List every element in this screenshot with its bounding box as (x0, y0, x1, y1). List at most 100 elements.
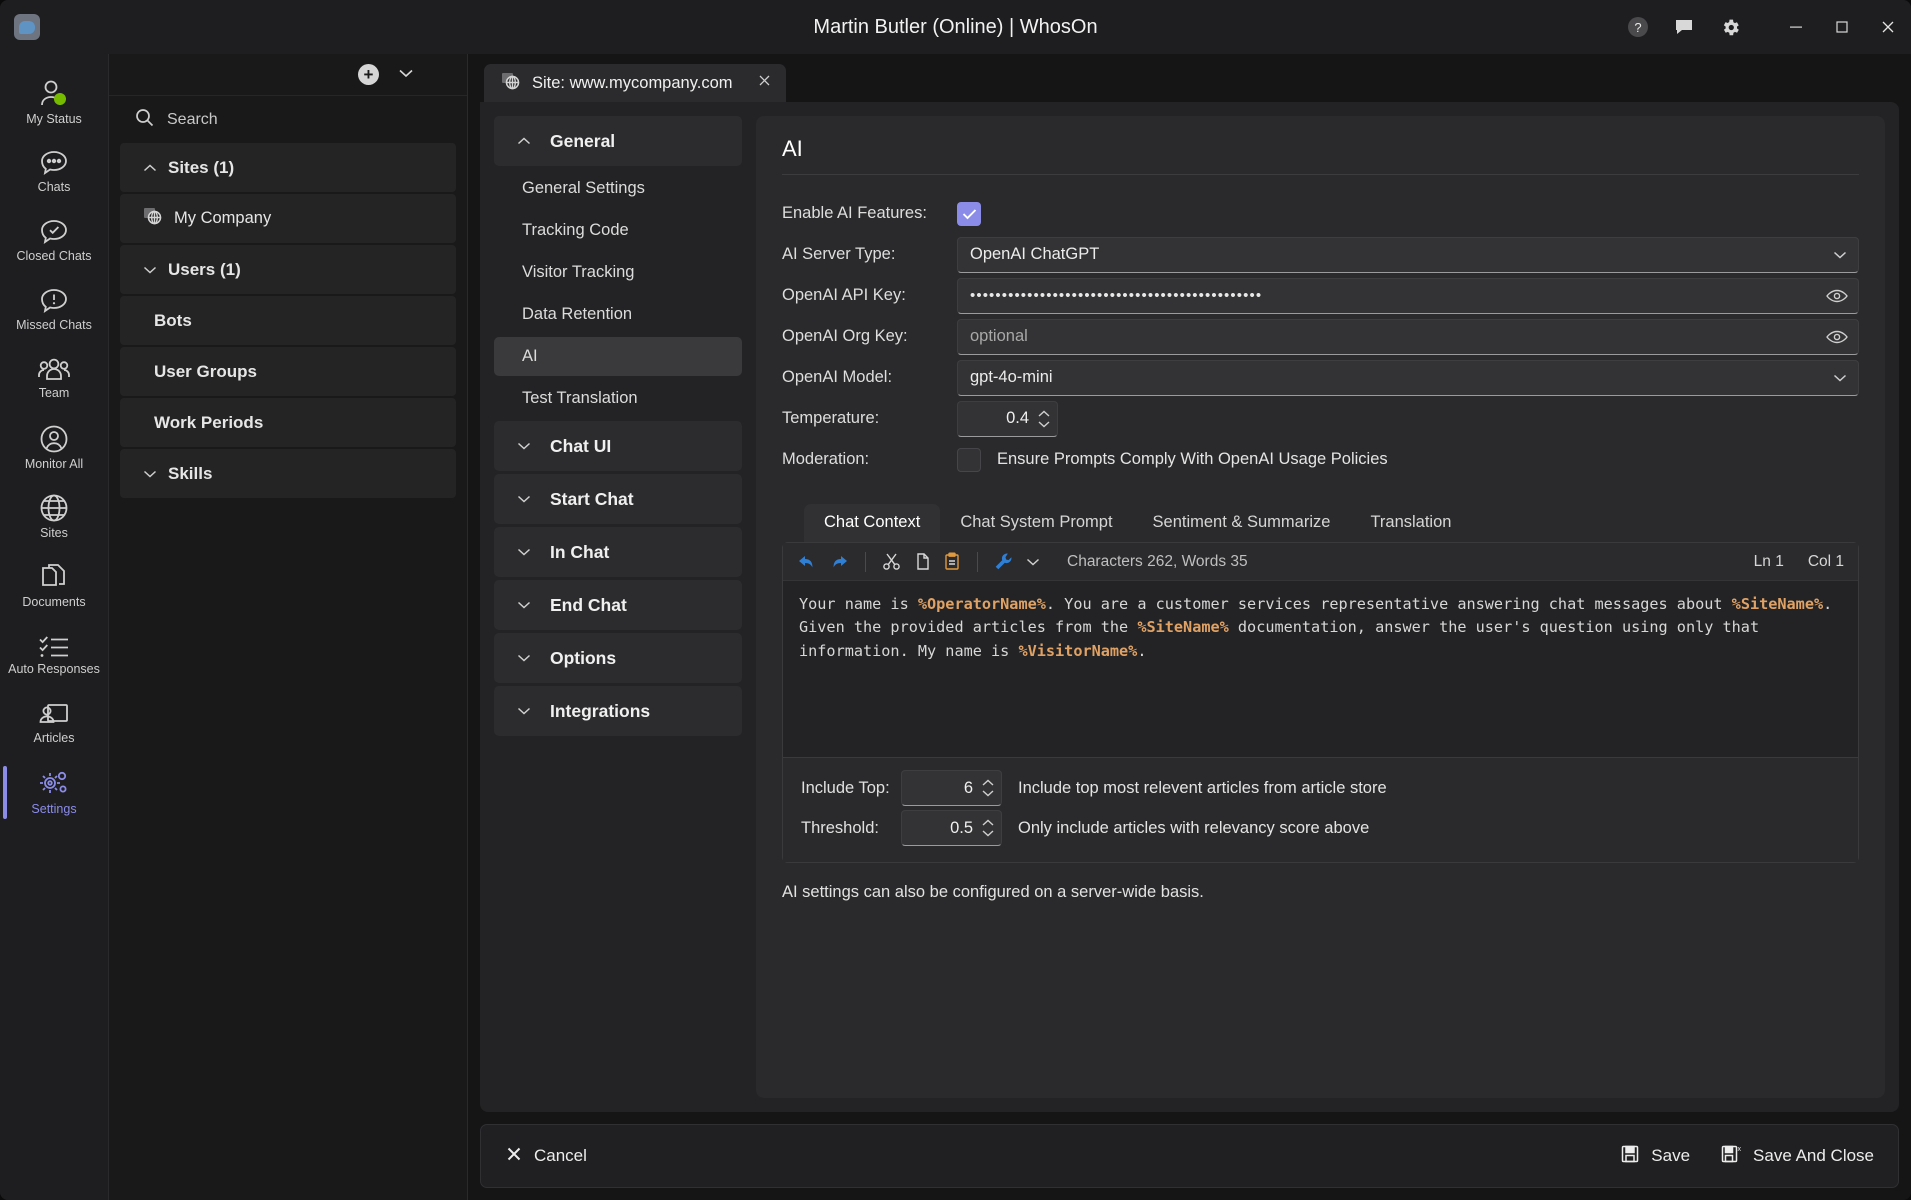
settings-item-label: Data Retention (522, 305, 633, 323)
stepper-arrows-icon[interactable] (1029, 410, 1051, 428)
rail-item-closed-chats[interactable]: Closed Chats (0, 206, 108, 275)
help-icon[interactable]: ? (1615, 0, 1661, 54)
save-and-close-button[interactable]: x Save And Close (1720, 1144, 1874, 1169)
settings-item-tracking-code[interactable]: Tracking Code (494, 211, 742, 250)
globe-icon (39, 493, 69, 523)
settings-group-label: General (550, 130, 616, 151)
cancel-button[interactable]: Cancel (505, 1145, 587, 1168)
settings-item-label: Visitor Tracking (522, 263, 635, 281)
list-item-my-company[interactable]: My Company (120, 194, 456, 243)
field-label: AI Server Type: (782, 245, 896, 263)
prompt-variable-token: %OperatorName% (917, 595, 1046, 613)
save-close-disk-icon: x (1720, 1144, 1742, 1169)
rail-item-documents[interactable]: Documents (0, 551, 108, 620)
stepper-value: 0.5 (950, 818, 973, 837)
password-value: ••••••••••••••••••••••••••••••••••••••••… (970, 287, 1263, 304)
list-item-work-periods[interactable]: Work Periods (120, 398, 456, 447)
rail-item-monitor-all[interactable]: Monitor All (0, 413, 108, 482)
list-item-user-groups[interactable]: User Groups (120, 347, 456, 396)
list-item-bots[interactable]: Bots (120, 296, 456, 345)
gear-icon[interactable] (1707, 0, 1753, 54)
temperature-stepper[interactable]: 0.4 (957, 400, 1058, 437)
list-group-sites[interactable]: Sites (1) (120, 143, 456, 192)
search-input[interactable]: Search (167, 111, 218, 129)
enable-ai-checkbox[interactable] (957, 201, 981, 226)
chat-bubble-icon (39, 149, 69, 177)
stepper-arrows-icon[interactable] (973, 819, 995, 837)
settings-item-test-translation[interactable]: Test Translation (494, 379, 742, 418)
settings-tree: General General Settings Tracking Code V… (494, 116, 742, 1098)
settings-group-integrations[interactable]: Integrations (494, 686, 742, 736)
list-group-skills[interactable]: Skills (120, 449, 456, 498)
rail-item-articles[interactable]: Articles (0, 689, 108, 758)
settings-group-options[interactable]: Options (494, 633, 742, 683)
rail-item-missed-chats[interactable]: Missed Chats (0, 275, 108, 344)
rail-item-sites[interactable]: Sites (0, 482, 108, 551)
prompt-textarea[interactable]: Your name is %OperatorName%. You are a c… (783, 581, 1858, 757)
settings-group-chat-ui[interactable]: Chat UI (494, 421, 742, 471)
settings-item-ai[interactable]: AI (494, 337, 742, 376)
eye-icon[interactable] (1826, 289, 1848, 303)
chevron-down-icon[interactable] (1832, 373, 1848, 383)
rail-item-settings[interactable]: Settings (0, 758, 108, 827)
close-icon[interactable] (743, 73, 772, 93)
settings-group-general[interactable]: General (494, 116, 742, 166)
list-row-label: Work Periods (154, 412, 264, 432)
site-globe-icon (500, 71, 522, 96)
moderation-checkbox[interactable] (957, 447, 981, 472)
article-person-icon (38, 702, 70, 728)
field-label: OpenAI API Key: (782, 286, 906, 304)
settings-group-start-chat[interactable]: Start Chat (494, 474, 742, 524)
search-row[interactable]: Search (109, 96, 467, 143)
rail-item-auto-responses[interactable]: Auto Responses (0, 620, 108, 689)
include-top-stepper[interactable]: 6 (901, 770, 1002, 806)
save-button[interactable]: Save (1620, 1144, 1690, 1169)
settings-item-label: Tracking Code (522, 221, 629, 239)
add-button[interactable]: + (358, 64, 379, 85)
tab-chat-context[interactable]: Chat Context (804, 504, 941, 542)
rail-item-team[interactable]: Team (0, 344, 108, 413)
settings-group-end-chat[interactable]: End Chat (494, 580, 742, 630)
chevron-down-icon[interactable] (1832, 250, 1848, 260)
tab-chat-system-prompt[interactable]: Chat System Prompt (940, 504, 1132, 542)
openai-model-select[interactable]: gpt-4o-mini (957, 359, 1859, 396)
wrench-icon[interactable] (994, 552, 1013, 571)
rail-item-chats[interactable]: Chats (0, 137, 108, 206)
rail-item-my-status[interactable]: My Status (0, 68, 108, 137)
settings-item-visitor-tracking[interactable]: Visitor Tracking (494, 253, 742, 292)
chevron-up-icon (142, 163, 158, 173)
close-icon[interactable] (1865, 0, 1911, 54)
chevron-up-icon (516, 136, 532, 146)
minimize-icon[interactable] (1773, 0, 1819, 54)
undo-icon[interactable] (797, 554, 817, 570)
field-moderation: Moderation: Ensure Prompts Comply With O… (782, 441, 1859, 478)
prompt-variable-token: %SiteName% (1137, 618, 1229, 637)
cut-icon[interactable] (882, 552, 901, 571)
rail-label: Team (38, 386, 70, 401)
settings-item-general-settings[interactable]: General Settings (494, 169, 742, 208)
settings-group-label: Options (550, 647, 617, 668)
settings-group-in-chat[interactable]: In Chat (494, 527, 742, 577)
paste-icon[interactable] (943, 552, 961, 571)
feedback-icon[interactable] (1661, 0, 1707, 54)
copy-icon[interactable] (913, 552, 931, 571)
maximize-icon[interactable] (1819, 0, 1865, 54)
list-group-users[interactable]: Users (1) (120, 245, 456, 294)
chevron-down-icon[interactable] (397, 66, 415, 84)
threshold-stepper[interactable]: 0.5 (901, 810, 1002, 846)
openai-org-key-input[interactable]: optional (957, 318, 1859, 355)
ai-server-type-select[interactable]: OpenAI ChatGPT (957, 236, 1859, 273)
stepper-arrows-icon[interactable] (973, 779, 995, 797)
editor-col-indicator: Col 1 (1807, 552, 1844, 570)
openai-api-key-input[interactable]: ••••••••••••••••••••••••••••••••••••••••… (957, 277, 1859, 314)
settings-item-data-retention[interactable]: Data Retention (494, 295, 742, 334)
eye-icon[interactable] (1826, 330, 1848, 344)
tab-sentiment-summarize[interactable]: Sentiment & Summarize (1133, 504, 1351, 542)
document-tab-site[interactable]: Site: www.mycompany.com (484, 64, 786, 102)
left-nav-rail: My Status Chats Closed Chats Missed Chat… (0, 54, 109, 1200)
field-label: Enable AI Features: (782, 204, 927, 222)
redo-icon[interactable] (829, 554, 849, 570)
chevron-down-icon[interactable] (1025, 557, 1041, 567)
tab-translation[interactable]: Translation (1350, 504, 1471, 542)
app-logo-icon (14, 14, 40, 40)
